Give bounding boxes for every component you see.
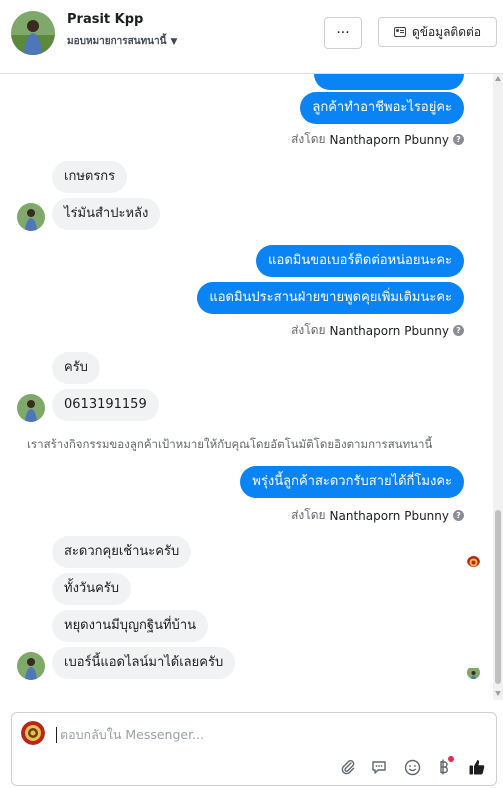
- help-icon[interactable]: ?: [453, 134, 464, 145]
- message-bubble-incoming: ทั้งวันครับ: [52, 573, 132, 605]
- assign-conversation-label: มอบหมายการสนทนานี้: [67, 36, 167, 47]
- view-contact-info-button[interactable]: ดูข้อมูลติดต่อ: [378, 17, 497, 47]
- message-bubble-incoming: เกษตรกร: [52, 161, 128, 193]
- caret-down-icon: ▼: [170, 37, 178, 47]
- conversation-header: Prasit Kpp มอบหมายการสนทนานี้ ▼ ··· ดูข้อ…: [0, 0, 503, 74]
- sender-name: Nanthaporn Pbunny: [329, 132, 449, 147]
- message-bubble-outgoing-cutoff: [314, 74, 464, 90]
- message-bubble-outgoing: ลูกค้าทำอาชีพอะไรอยู่คะ: [300, 92, 464, 124]
- thumbs-up-icon[interactable]: [467, 757, 487, 777]
- help-icon[interactable]: ?: [453, 510, 464, 521]
- message-bubble-incoming: ครับ: [52, 352, 100, 384]
- message-bubble-incoming: หยุดงานมีบุญกฐินที่บ้าน: [52, 610, 208, 642]
- baht-icon[interactable]: [434, 756, 454, 777]
- seen-indicator-avatar: [467, 554, 480, 567]
- scrollbar[interactable]: [493, 74, 503, 700]
- contact-name[interactable]: Prasit Kpp: [67, 12, 143, 27]
- notification-dot: [448, 756, 454, 762]
- sent-by-prefix: ส่งโดย: [291, 508, 326, 522]
- message-thread[interactable]: ลูกค้าทำอาชีพอะไรอยู่คะ ส่งโดย Nanthapor…: [0, 74, 490, 700]
- scroll-up-arrow-icon[interactable]: [495, 76, 501, 81]
- chat-bubble-icon[interactable]: [369, 757, 389, 777]
- message-bubble-incoming: ไร่มันสำปะหลัง: [52, 198, 161, 230]
- sent-by-label: ส่งโดย Nanthaporn Pbunny ?: [291, 506, 464, 525]
- page-avatar: [21, 721, 45, 745]
- more-options-icon: ···: [336, 25, 350, 41]
- smiley-icon[interactable]: [402, 757, 422, 777]
- help-icon[interactable]: ?: [453, 325, 464, 336]
- contact-avatar-small: [17, 394, 45, 422]
- sender-name: Nanthaporn Pbunny: [329, 323, 449, 338]
- sent-by-prefix: ส่งโดย: [291, 132, 326, 146]
- contact-avatar[interactable]: [11, 11, 55, 55]
- sent-by-label: ส่งโดย Nanthaporn Pbunny ?: [291, 321, 464, 340]
- message-bubble-outgoing: แอดมินประสานฝ่ายขายพูดคุยเพิ่มเติมนะคะ: [197, 282, 464, 314]
- message-bubble-outgoing: พรุ่งนี้ลูกค้าสะดวกรับสายได้กี่โมงคะ: [240, 466, 464, 498]
- seen-indicator-avatar: [467, 666, 480, 679]
- paperclip-icon[interactable]: [338, 757, 358, 777]
- message-bubble-outgoing: แอดมินขอเบอร์ติดต่อหน่อยนะคะ: [256, 245, 464, 277]
- message-bubble-incoming: เบอร์นี้แอดไลน์มาได้เลยครับ: [52, 647, 236, 679]
- assign-conversation-dropdown[interactable]: มอบหมายการสนทนานี้ ▼: [67, 34, 177, 49]
- message-bubble-incoming: สะดวกคุยเช้านะครับ: [52, 536, 192, 568]
- view-contact-info-label: ดูข้อมูลติดต่อ: [411, 24, 482, 39]
- reply-input[interactable]: ตอบกลับใน Messenger...: [56, 727, 204, 743]
- scrollbar-thumb[interactable]: [495, 510, 501, 684]
- contact-avatar-small: [17, 652, 45, 680]
- more-options-button[interactable]: ···: [324, 17, 362, 49]
- contact-card-icon: [393, 27, 406, 37]
- reply-composer[interactable]: ตอบกลับใน Messenger...: [11, 712, 497, 786]
- sent-by-label: ส่งโดย Nanthaporn Pbunny ?: [291, 130, 464, 149]
- message-bubble-incoming: 0613191159: [52, 389, 159, 421]
- system-note: เราสร้างกิจกรรมของลูกค้าเป้าหมายให้กับคุ…: [27, 437, 433, 451]
- scroll-down-arrow-icon[interactable]: [495, 691, 501, 696]
- contact-avatar-small: [17, 203, 45, 231]
- sender-name: Nanthaporn Pbunny: [329, 508, 449, 523]
- sent-by-prefix: ส่งโดย: [291, 323, 326, 337]
